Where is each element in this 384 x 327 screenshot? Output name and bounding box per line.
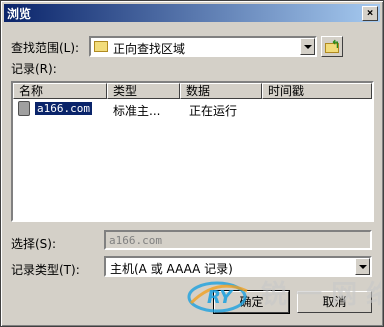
browse-dialog: 浏览 × 查找范围(L): 正向查找区域 ↰ 记录(R): 名称 类型 数据 时… — [0, 0, 384, 327]
list-item[interactable]: a166.com 标准主... 正在运行 — [13, 99, 372, 119]
selection-label: 选择(S): — [11, 237, 57, 251]
record-type-label: 记录类型(T): — [11, 263, 80, 277]
records-label: 记录(R): — [11, 62, 57, 76]
record-type: 标准主... — [113, 104, 161, 118]
up-arrow-icon: ↰ — [331, 38, 341, 51]
up-folder-button[interactable]: ↰ — [321, 36, 343, 57]
chevron-down-icon[interactable] — [300, 38, 315, 55]
column-header-data[interactable]: 数据 — [180, 83, 262, 99]
record-name[interactable]: a166.com — [35, 102, 92, 115]
records-list[interactable]: 名称 类型 数据 时间戳 a166.com 标准主... 正在运行 — [11, 81, 374, 222]
server-icon — [18, 101, 30, 116]
close-button[interactable]: × — [362, 6, 378, 21]
search-scope-label: 查找范围(L): — [11, 41, 80, 55]
selection-value: a166.com — [109, 234, 162, 247]
selection-field: a166.com — [104, 230, 372, 250]
title-bar: 浏览 × — [4, 4, 380, 22]
search-scope-value: 正向查找区域 — [113, 42, 186, 56]
record-data: 正在运行 — [189, 104, 238, 118]
column-header-timestamp[interactable]: 时间戳 — [262, 83, 372, 99]
folder-icon — [94, 41, 108, 52]
search-scope-dropdown[interactable]: 正向查找区域 — [89, 36, 317, 57]
column-header-name[interactable]: 名称 — [13, 83, 107, 99]
window-title: 浏览 — [7, 7, 32, 21]
svg-text:锐 一 网 络: 锐 一 网 络 — [261, 279, 381, 310]
svg-text:RY: RY — [207, 287, 234, 308]
watermark-logo: RY 锐 一 网 络 — [187, 279, 381, 313]
column-header-type[interactable]: 类型 — [107, 83, 180, 99]
